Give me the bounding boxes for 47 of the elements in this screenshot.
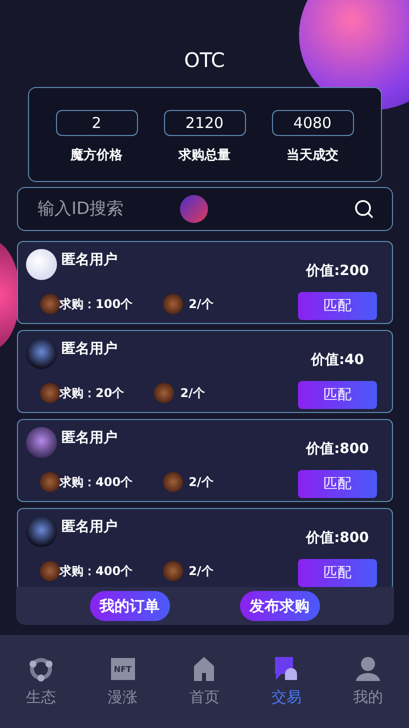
stat-label: 当天成交	[286, 146, 338, 164]
match-button[interactable]: 匹配	[298, 559, 377, 587]
unit-price-text: 2/个	[188, 296, 214, 312]
user-name: 匿名用户	[62, 250, 118, 268]
user-name: 匿名用户	[62, 518, 118, 536]
avatar-icon	[26, 249, 56, 280]
action-button[interactable]: 发布求购	[240, 591, 320, 621]
user-name: 匿名用户	[62, 340, 118, 358]
quantity-text: 求购：400个	[60, 562, 133, 580]
action-button[interactable]: 我的订单	[90, 591, 170, 621]
nft-icon: NFT	[110, 658, 135, 680]
nav-tab[interactable]: 生态	[10, 656, 71, 707]
search-input[interactable]: 输入ID搜索	[36, 198, 354, 220]
search-field[interactable]: 输入ID搜索	[16, 187, 392, 231]
stat-value: 4080	[272, 110, 354, 136]
unit-price-text: 2/个	[180, 384, 205, 402]
match-button[interactable]: 匹配	[298, 381, 377, 409]
home-icon	[192, 656, 216, 682]
user-name: 匿名用户	[62, 428, 118, 446]
stat-value: 2	[56, 110, 138, 136]
stat-label: 魔方价格	[70, 146, 122, 164]
avatar-icon	[26, 338, 56, 369]
search-icon[interactable]	[354, 199, 374, 219]
value-text: 价值:800	[306, 529, 369, 547]
quantity-text: 求购：400个	[60, 474, 133, 490]
chat-bell-icon	[273, 656, 300, 682]
match-button[interactable]: 匹配	[298, 470, 377, 498]
match-button[interactable]: 匹配	[298, 292, 377, 320]
planet-drawing	[180, 195, 208, 223]
stat-label: 求购总量	[178, 147, 230, 164]
value-text: 价值:800	[306, 440, 369, 458]
unit-price-text: 2/个	[188, 562, 214, 580]
user-icon	[355, 656, 382, 682]
quantity-text: 求购：100个	[60, 296, 133, 312]
nav-tab[interactable]: NFT 漫涨	[92, 656, 153, 707]
value-text: 价值:40	[310, 351, 364, 369]
stat-value: 2120	[164, 110, 246, 136]
avatar-icon	[26, 516, 56, 547]
nav-tab[interactable]: 交易	[256, 656, 316, 707]
network-icon	[28, 656, 54, 682]
quantity-text: 求购：20个	[60, 384, 124, 402]
page-title: OTC	[184, 48, 225, 74]
value-text: 价值:200	[306, 262, 369, 280]
nav-tab[interactable]: 首页	[174, 656, 234, 707]
nav-tab[interactable]: 我的	[338, 656, 398, 707]
avatar-icon	[26, 427, 56, 458]
unit-price-text: 2/个	[188, 474, 214, 490]
